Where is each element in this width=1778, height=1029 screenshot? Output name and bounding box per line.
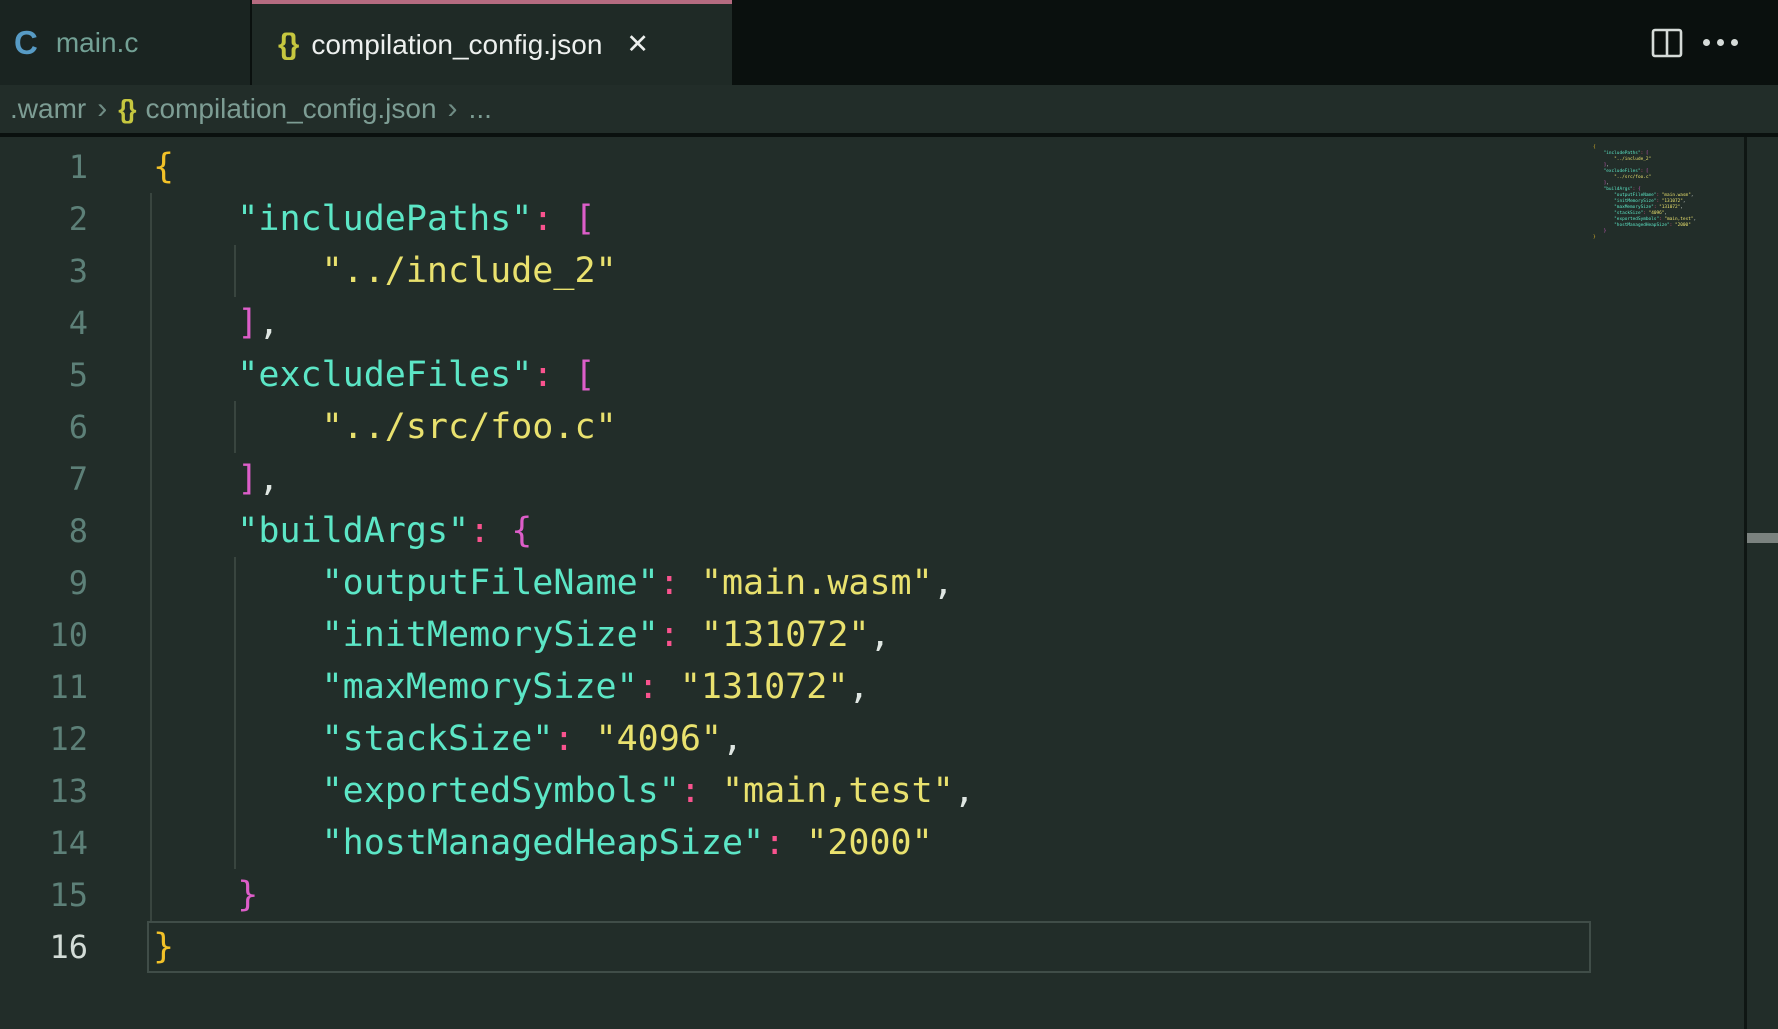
code-text: "outputFileName": "main.wasm", — [153, 557, 954, 609]
tab-main-c[interactable]: C main.c — [0, 0, 252, 85]
line-number: 12 — [0, 720, 88, 758]
code-line[interactable]: 6 "../src/foo.c" — [0, 401, 1778, 453]
code-line[interactable]: 7 ], — [0, 453, 1778, 505]
breadcrumb-folder[interactable]: .wamr — [10, 93, 86, 125]
tab-label: main.c — [56, 27, 138, 59]
code-text: "includePaths": [ — [153, 193, 596, 245]
code-text: "../include_2" — [153, 245, 617, 297]
editor-tabs-bar: C main.c {} compilation_config.json ✕ — [0, 0, 1778, 85]
code-text: ], — [153, 297, 279, 349]
code-text: "maxMemorySize": "131072", — [153, 661, 869, 713]
code-text: "stackSize": "4096", — [153, 713, 743, 765]
json-braces-icon: {} — [278, 28, 297, 62]
code-text: "excludeFiles": [ — [153, 349, 596, 401]
code-line[interactable]: 1{ — [0, 141, 1778, 193]
line-number: 4 — [0, 304, 88, 342]
indent-guide — [234, 245, 236, 297]
tab-label: compilation_config.json — [311, 29, 602, 61]
code-text: "buildArgs": { — [153, 505, 532, 557]
chevron-right-icon: › — [448, 92, 458, 126]
overview-ruler-cursor-marker — [1747, 533, 1778, 543]
line-number: 13 — [0, 772, 88, 810]
minimap-line: } — [1593, 235, 1743, 241]
indent-guide — [150, 193, 152, 921]
line-number: 14 — [0, 824, 88, 862]
line-number: 16 — [0, 928, 88, 966]
code-text: "../src/foo.c" — [153, 401, 617, 453]
line-number: 8 — [0, 512, 88, 550]
code-line[interactable]: 10 "initMemorySize": "131072", — [0, 609, 1778, 661]
line-number: 2 — [0, 200, 88, 238]
line-number: 9 — [0, 564, 88, 602]
code-line[interactable]: 12 "stackSize": "4096", — [0, 713, 1778, 765]
code-line[interactable]: 13 "exportedSymbols": "main,test", — [0, 765, 1778, 817]
split-editor-icon[interactable] — [1651, 28, 1683, 58]
more-actions-icon[interactable] — [1703, 39, 1738, 46]
code-line[interactable]: 9 "outputFileName": "main.wasm", — [0, 557, 1778, 609]
minimap-scrollbar-divider — [1744, 137, 1747, 1029]
code-text: { — [153, 141, 174, 193]
code-line[interactable]: 3 "../include_2" — [0, 245, 1778, 297]
code-line[interactable]: 14 "hostManagedHeapSize": "2000" — [0, 817, 1778, 869]
code-text: "hostManagedHeapSize": "2000" — [153, 817, 933, 869]
current-line-highlight — [147, 921, 1591, 973]
indent-guide — [234, 557, 236, 869]
code-line[interactable]: 15 } — [0, 869, 1778, 921]
code-line[interactable]: 16} — [0, 921, 1778, 973]
line-number: 7 — [0, 460, 88, 498]
line-number: 11 — [0, 668, 88, 706]
code-text: ], — [153, 453, 279, 505]
breadcrumb: .wamr › {} compilation_config.json › ... — [0, 85, 1778, 137]
line-number: 1 — [0, 148, 88, 186]
line-number: 5 — [0, 356, 88, 394]
code-line[interactable]: 4 ], — [0, 297, 1778, 349]
line-number: 10 — [0, 616, 88, 654]
code-line[interactable]: 2 "includePaths": [ — [0, 193, 1778, 245]
vscode-window: C main.c {} compilation_config.json ✕ .w… — [0, 0, 1778, 1029]
line-number: 6 — [0, 408, 88, 446]
code-line[interactable]: 11 "maxMemorySize": "131072", — [0, 661, 1778, 713]
c-language-icon: C — [14, 24, 38, 62]
breadcrumb-symbol-more[interactable]: ... — [469, 93, 492, 125]
code-text: } — [153, 921, 174, 973]
indent-guide — [234, 401, 236, 453]
code-editor[interactable]: 1{2 "includePaths": [3 "../include_2"4 ]… — [0, 137, 1778, 1029]
code-area[interactable]: 1{2 "includePaths": [3 "../include_2"4 ]… — [0, 141, 1778, 973]
close-tab-icon[interactable]: ✕ — [626, 29, 649, 60]
tab-compilation-config-json[interactable]: {} compilation_config.json ✕ — [252, 0, 732, 85]
code-text: } — [153, 869, 258, 921]
line-number: 15 — [0, 876, 88, 914]
editor-actions — [1651, 0, 1778, 85]
json-braces-icon: {} — [118, 94, 134, 125]
minimap[interactable]: { "includePaths": [ "../include_2" ], "e… — [1593, 145, 1743, 241]
code-text: "exportedSymbols": "main,test", — [153, 765, 975, 817]
chevron-right-icon: › — [97, 92, 107, 126]
code-line[interactable]: 8 "buildArgs": { — [0, 505, 1778, 557]
breadcrumb-file[interactable]: compilation_config.json — [145, 93, 436, 125]
code-text: "initMemorySize": "131072", — [153, 609, 891, 661]
line-number: 3 — [0, 252, 88, 290]
code-line[interactable]: 5 "excludeFiles": [ — [0, 349, 1778, 401]
